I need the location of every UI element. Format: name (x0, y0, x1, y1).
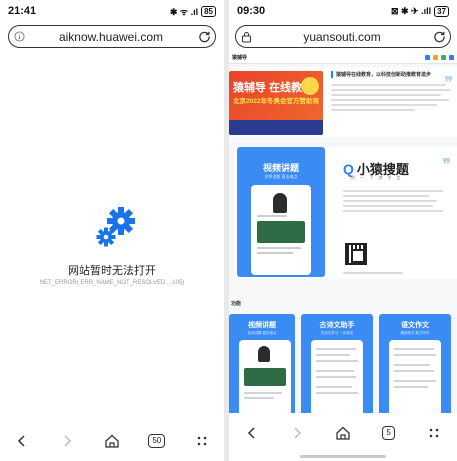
brand-tagline: 拍 一 下 就 学 会 (351, 175, 403, 180)
tile-title: 视频讲题 (248, 322, 276, 329)
info-icon[interactable] (9, 31, 29, 42)
preview-title: 视频讲题 (262, 163, 299, 173)
status-time: 09:30 (237, 5, 266, 17)
video-thumbnail (257, 221, 305, 243)
app-icon[interactable] (425, 55, 430, 60)
banner-strip (229, 120, 323, 135)
preview-screen (251, 185, 311, 275)
signal-icons: ✱ ᯤ .ıl (169, 6, 199, 17)
feature-tiles: 视频讲题 名师讲题 直击难点 古诗文助手 古诗文学习 一步到位 语文作文 精选作… (229, 314, 457, 422)
tab-count: 5 (382, 426, 395, 440)
back-icon[interactable] (7, 429, 37, 453)
browser-toolbar: 50 (0, 421, 224, 461)
preview-subtitle: 名师讲题 直击难点 (264, 174, 298, 179)
signal-icons: ⊠ ✱ ✈ .ıll (390, 5, 432, 16)
gear-icon (96, 207, 135, 247)
banner-subtitle: 北京2022年冬奥会官方赞助商 (233, 98, 319, 105)
browser-toolbar: 5 (229, 413, 457, 453)
feature-tile[interactable]: 古诗文助手 古诗文学习 一步到位 (301, 314, 373, 420)
back-icon[interactable] (237, 421, 267, 445)
tabs-button[interactable]: 5 (374, 421, 404, 445)
url-text[interactable]: yuansouti.com (256, 30, 428, 44)
tile-subtitle: 精选作文 助力写作 (400, 331, 430, 335)
more-icon[interactable] (419, 421, 449, 445)
site-header-links (425, 55, 454, 60)
status-bar: 09:30 ⊠ ✱ ✈ .ıll 37 (229, 0, 457, 22)
feature-tile[interactable]: 视频讲题 名师讲题 直击难点 (229, 314, 295, 420)
intro-section: 猿辅导 在线教育 北京2022年冬奥会官方赞助商 猿辅导在线教育，以科技创新助推… (229, 67, 457, 137)
lock-icon[interactable] (236, 31, 256, 43)
status-time: 21:41 (8, 5, 37, 17)
quote-mark-icon: ❞ (444, 75, 453, 92)
status-icons: ✱ ᯤ .ıl 85 (170, 5, 216, 18)
product-description (343, 187, 443, 215)
features-label: 功能 (231, 301, 242, 307)
home-icon[interactable] (328, 421, 358, 445)
feature-tile[interactable]: 语文作文 精选作文 助力写作 (379, 314, 451, 420)
error-code: NET_ERROR( ERR_NAME_NOT_RESOLVED , -105) (39, 280, 185, 286)
teacher-image (258, 346, 270, 362)
tab-count: 50 (148, 434, 166, 448)
tile-screen (311, 340, 363, 420)
tile-title: 语文作文 (401, 322, 429, 329)
tile-screen (239, 340, 291, 420)
status-bar: 21:41 ✱ ᯤ .ıl 85 (0, 0, 224, 22)
banner-mascot-icon (301, 77, 319, 95)
app-preview: 视频讲题 名师讲题 直击难点 (237, 147, 325, 277)
intro-headline: 猿辅导在线教育，以科技创新助推教育进步 (331, 71, 451, 78)
qr-caption (343, 272, 403, 274)
promo-banner[interactable]: 猿辅导 在线教育 北京2022年冬奥会官方赞助商 (229, 71, 323, 135)
forward-icon[interactable] (282, 421, 312, 445)
teacher-image (273, 193, 287, 213)
gesture-bar[interactable] (300, 455, 386, 458)
url-text[interactable]: aiknow.huawei.com (29, 30, 193, 44)
tile-title: 古诗文助手 (319, 322, 355, 329)
tile-screen (389, 340, 441, 420)
intro-text: 猿辅导在线教育，以科技创新助推教育进步 (331, 71, 451, 114)
tile-subtitle: 古诗文学习 一步到位 (320, 331, 354, 335)
address-bar[interactable]: yuansouti.com (235, 25, 451, 48)
battery-icon: 85 (201, 5, 216, 17)
qr-code (345, 243, 367, 265)
tabs-button[interactable]: 50 (142, 429, 172, 453)
right-phone-screen: 09:30 ⊠ ✱ ✈ .ıll 37 yuansouti.com 猿辅导 猿辅… (229, 0, 457, 461)
web-page-content: 猿辅导 猿辅导 在线教育 北京2022年冬奥会官方赞助商 猿辅导在线教育，以科技… (229, 52, 457, 422)
battery-icon: 37 (434, 5, 449, 17)
site-logo[interactable]: 猿辅导 (232, 54, 247, 61)
home-icon[interactable] (97, 429, 127, 453)
tile-subtitle: 名师讲题 直击难点 (247, 331, 277, 335)
forward-icon[interactable] (52, 429, 82, 453)
status-icons: ⊠ ✱ ✈ .ıll 37 (390, 5, 449, 17)
app-icon[interactable] (449, 55, 454, 60)
screenshot-stage: 21:41 ✱ ᯤ .ıl 85 aiknow.huawei.com 网站暂时无… (0, 0, 457, 461)
app-icon[interactable] (441, 55, 446, 60)
error-title: 网站暂时无法打开 (68, 265, 156, 277)
site-header: 猿辅导 (229, 52, 457, 64)
product-section: 视频讲题 名师讲题 直击难点 Q 小猿搜题 拍 一 下 就 学 会 ❞ (235, 147, 457, 279)
reload-icon[interactable] (193, 30, 215, 43)
quote-mark-icon: ❞ (442, 157, 451, 174)
address-bar[interactable]: aiknow.huawei.com (8, 25, 216, 48)
app-icon[interactable] (433, 55, 438, 60)
reload-icon[interactable] (428, 30, 450, 43)
more-icon[interactable] (187, 429, 217, 453)
left-phone-screen: 21:41 ✱ ᯤ .ıl 85 aiknow.huawei.com 网站暂时无… (0, 0, 224, 461)
video-thumbnail (244, 368, 286, 386)
